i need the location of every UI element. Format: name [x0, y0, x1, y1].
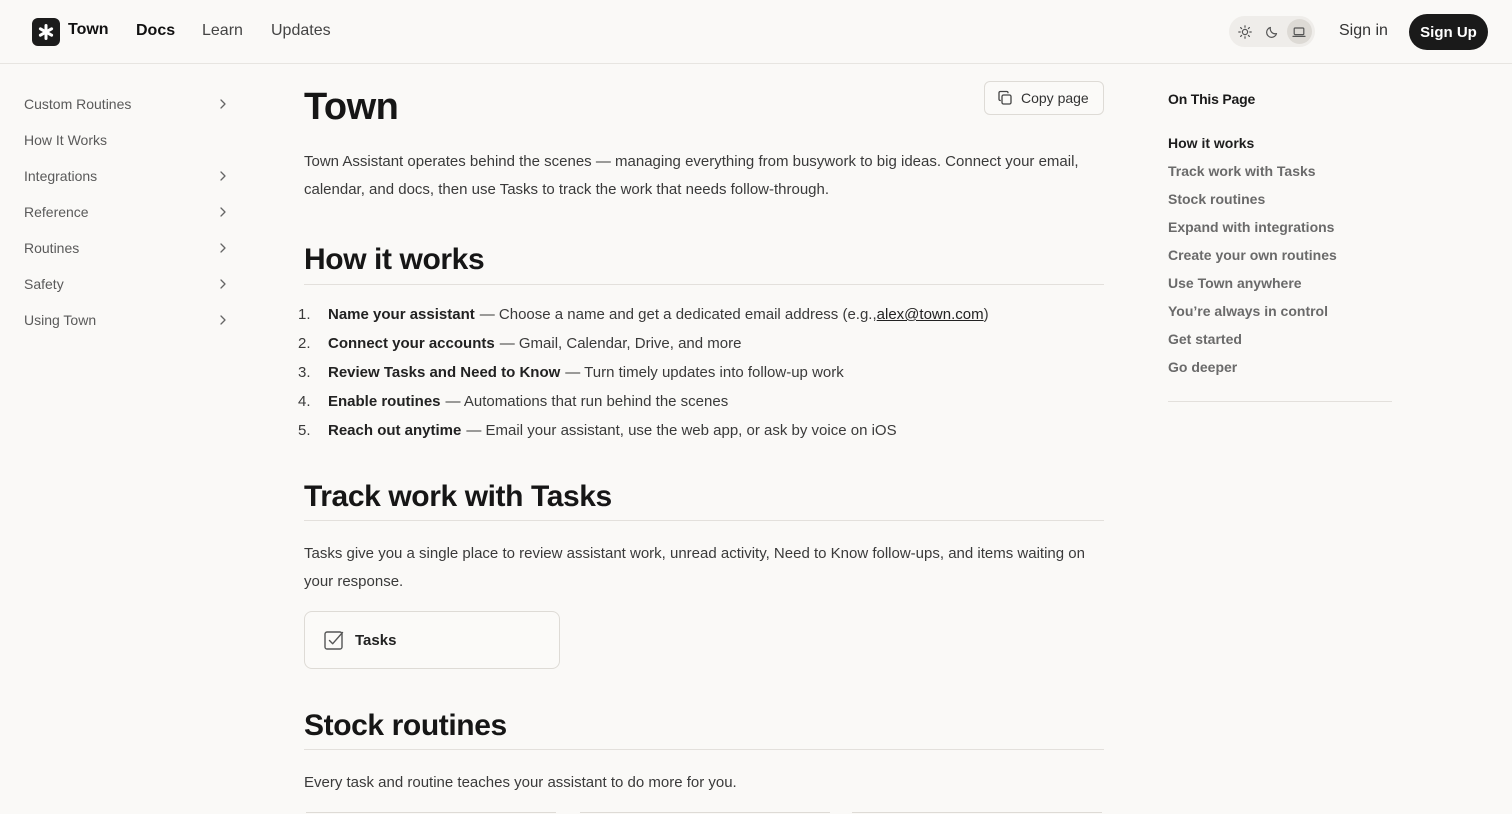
list-item: 5. Reach out anytime — Email your assist…: [298, 416, 1104, 445]
steps-list: 1. Name your assistant — Choose a name a…: [298, 300, 1104, 445]
dark-theme-button[interactable]: [1259, 19, 1284, 44]
chevron-right-icon: [220, 243, 226, 253]
tasks-card-label: Tasks: [355, 631, 397, 649]
list-item: 4. Enable routines — Automations that ru…: [298, 387, 1104, 416]
theme-toggle: [1229, 16, 1315, 47]
step-title: Connect your accounts: [328, 335, 495, 352]
chevron-right-icon: [220, 99, 226, 109]
sidebar-item-how-it-works[interactable]: How It Works: [24, 122, 234, 158]
toc-item-get-started[interactable]: Get started: [1168, 325, 1392, 353]
section-divider: [304, 749, 1104, 750]
town-logo[interactable]: [32, 18, 60, 46]
laptop-icon: [1292, 26, 1306, 37]
step-number: 2.: [298, 335, 311, 352]
step-number: 4.: [298, 393, 311, 410]
nav-docs[interactable]: Docs: [136, 22, 175, 40]
sidebar-item-custom-routines[interactable]: Custom Routines: [24, 86, 234, 122]
nav-updates[interactable]: Updates: [271, 22, 331, 40]
step-number: 5.: [298, 422, 311, 439]
sidebar-item-label: Safety: [24, 276, 64, 292]
section-divider: [304, 520, 1104, 521]
copy-page-button[interactable]: Copy page: [984, 81, 1104, 115]
sidebar-item-label: Routines: [24, 240, 80, 256]
toc-item-always-in-control[interactable]: You’re always in control: [1168, 297, 1392, 325]
sidebar-item-using-town[interactable]: Using Town: [24, 302, 234, 338]
nav-learn[interactable]: Learn: [202, 22, 243, 40]
chevron-right-icon: [220, 171, 226, 181]
email-link[interactable]: alex@town.com: [877, 306, 984, 323]
toc-item-how-it-works[interactable]: How it works: [1168, 129, 1392, 157]
sidebar-item-label: How It Works: [24, 132, 107, 148]
stock-routines-paragraph: Every task and routine teaches your assi…: [304, 774, 737, 791]
sidebar-item-reference[interactable]: Reference: [24, 194, 234, 230]
page-title: Town: [304, 86, 399, 128]
step-title: Enable routines: [328, 393, 441, 410]
sidebar-item-safety[interactable]: Safety: [24, 266, 234, 302]
system-theme-button[interactable]: [1286, 19, 1312, 44]
step-title: Name your assistant: [328, 306, 475, 323]
step-number: 3.: [298, 364, 311, 381]
table-of-contents: How it works Track work with Tasks Stock…: [1168, 129, 1392, 381]
step-title: Reach out anytime: [328, 422, 462, 439]
light-theme-button[interactable]: [1232, 19, 1257, 44]
step-text-after: ): [983, 306, 989, 323]
section-heading-track-work: Track work with Tasks: [304, 480, 612, 513]
sidebar-item-label: Integrations: [24, 168, 98, 184]
step-text: — Turn timely updates into follow-up wor…: [565, 364, 844, 381]
sidebar-item-label: Reference: [24, 204, 89, 220]
sign-up-button[interactable]: Sign Up: [1409, 14, 1488, 50]
sign-in-link[interactable]: Sign in: [1339, 22, 1388, 40]
step-text: — Choose a name and get a dedicated emai…: [479, 306, 877, 323]
intro-paragraph: Town Assistant operates behind the scene…: [304, 153, 1079, 198]
toc-item-create-routines[interactable]: Create your own routines: [1168, 241, 1392, 269]
sidebar-item-routines[interactable]: Routines: [24, 230, 234, 266]
toc-title: On This Page: [1168, 91, 1256, 107]
tasks-paragraph: Tasks give you a single place to review …: [304, 545, 1085, 590]
tasks-card[interactable]: Tasks: [304, 611, 560, 669]
list-item: 2. Connect your accounts — Gmail, Calend…: [298, 329, 1104, 358]
section-heading-how-it-works: How it works: [304, 243, 485, 276]
section-divider: [304, 284, 1104, 285]
brand-name[interactable]: Town: [68, 21, 109, 39]
chevron-right-icon: [220, 279, 226, 289]
toc-item-expand-integrations[interactable]: Expand with integrations: [1168, 213, 1392, 241]
sidebar-item-label: Custom Routines: [24, 96, 132, 112]
top-navigation-bar: Town Docs Learn Updates Sign in Sign Up: [0, 0, 1512, 64]
toc-item-go-deeper[interactable]: Go deeper: [1168, 353, 1392, 381]
toc-divider: [1168, 401, 1392, 402]
chevron-right-icon: [220, 315, 226, 325]
chevron-right-icon: [220, 207, 226, 217]
sidebar-item-integrations[interactable]: Integrations: [24, 158, 234, 194]
step-text: — Automations that run behind the scenes: [445, 393, 729, 410]
sidebar-item-label: Using Town: [24, 312, 97, 328]
step-text: — Gmail, Calendar, Drive, and more: [499, 335, 742, 352]
list-item: 1. Name your assistant — Choose a name a…: [298, 300, 1104, 329]
copy-icon: [998, 90, 1012, 105]
section-heading-stock-routines: Stock routines: [304, 709, 507, 742]
toc-item-track-work[interactable]: Track work with Tasks: [1168, 157, 1392, 185]
moon-icon: [1266, 26, 1278, 38]
step-title: Review Tasks and Need to Know: [328, 364, 561, 381]
checkbox-checked-icon: [324, 631, 344, 650]
asterisk-icon: [38, 24, 54, 40]
docs-sidebar: Custom Routines How It Works Integration…: [24, 86, 234, 338]
toc-item-use-town-anywhere[interactable]: Use Town anywhere: [1168, 269, 1392, 297]
list-item: 3. Review Tasks and Need to Know — Turn …: [298, 358, 1104, 387]
step-text: — Email your assistant, use the web app,…: [466, 422, 897, 439]
toc-item-stock-routines[interactable]: Stock routines: [1168, 185, 1392, 213]
step-number: 1.: [298, 306, 311, 323]
sun-icon: [1237, 24, 1252, 39]
copy-page-label: Copy page: [1021, 90, 1089, 106]
